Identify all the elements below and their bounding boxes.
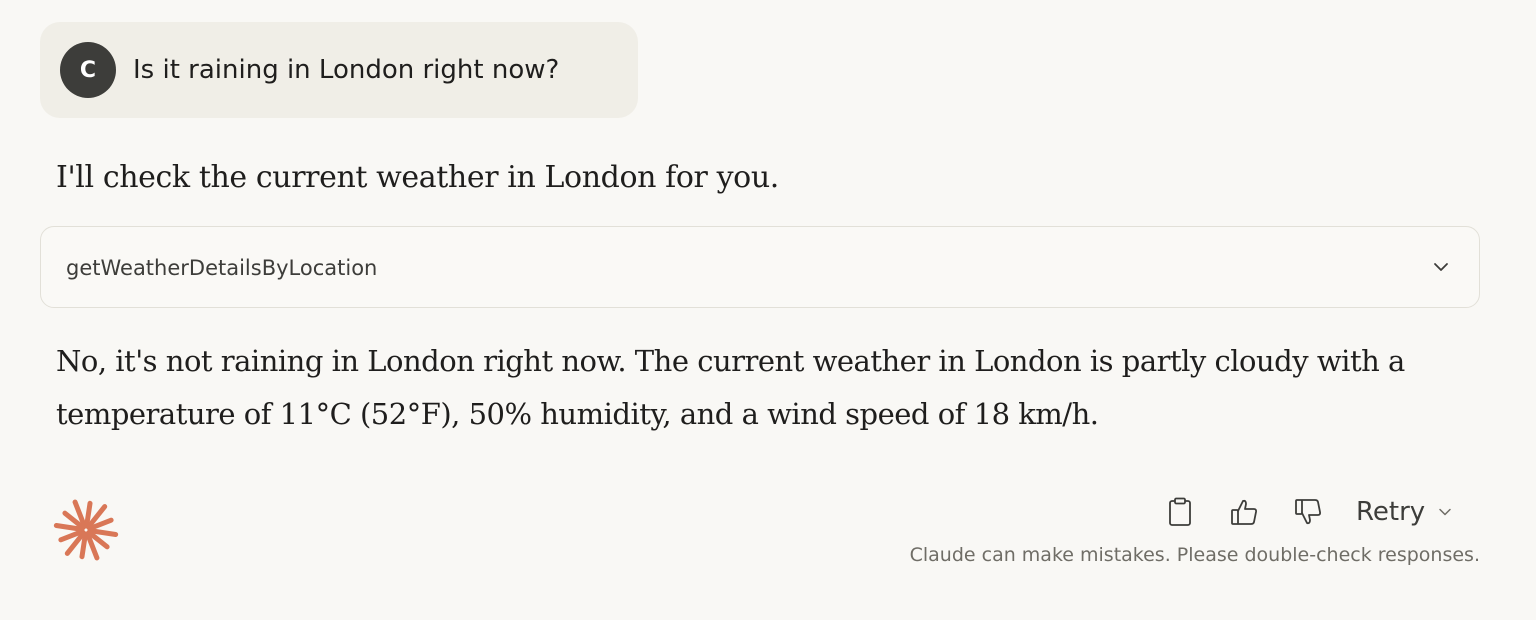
avatar: C xyxy=(60,42,116,98)
chevron-down-icon xyxy=(1439,508,1451,516)
assistant-answer-text: No, it's not raining in London right now… xyxy=(56,344,1405,431)
user-message-bubble: C Is it raining in London right now? xyxy=(40,22,638,118)
thumbs-up-button[interactable] xyxy=(1224,492,1264,532)
thumbs-down-button[interactable] xyxy=(1288,492,1328,532)
copy-button[interactable] xyxy=(1160,492,1200,532)
clipboard-icon xyxy=(1169,497,1191,526)
tool-call-name: getWeatherDetailsByLocation xyxy=(66,256,378,280)
chevron-down-icon xyxy=(1434,263,1448,271)
disclaimer-text: Claude can make mistakes. Please double-… xyxy=(909,544,1480,566)
user-message-text: Is it raining in London right now? xyxy=(133,55,560,85)
thumbs-down-icon xyxy=(1295,499,1321,525)
retry-label: Retry xyxy=(1356,497,1426,527)
tool-call-expander[interactable]: getWeatherDetailsByLocation xyxy=(40,226,1480,308)
claude-logo-icon xyxy=(53,499,119,561)
retry-button[interactable]: Retry xyxy=(1350,490,1455,534)
assistant-intro-text: I'll check the current weather in London… xyxy=(56,160,779,195)
thumbs-up-icon xyxy=(1231,499,1257,525)
